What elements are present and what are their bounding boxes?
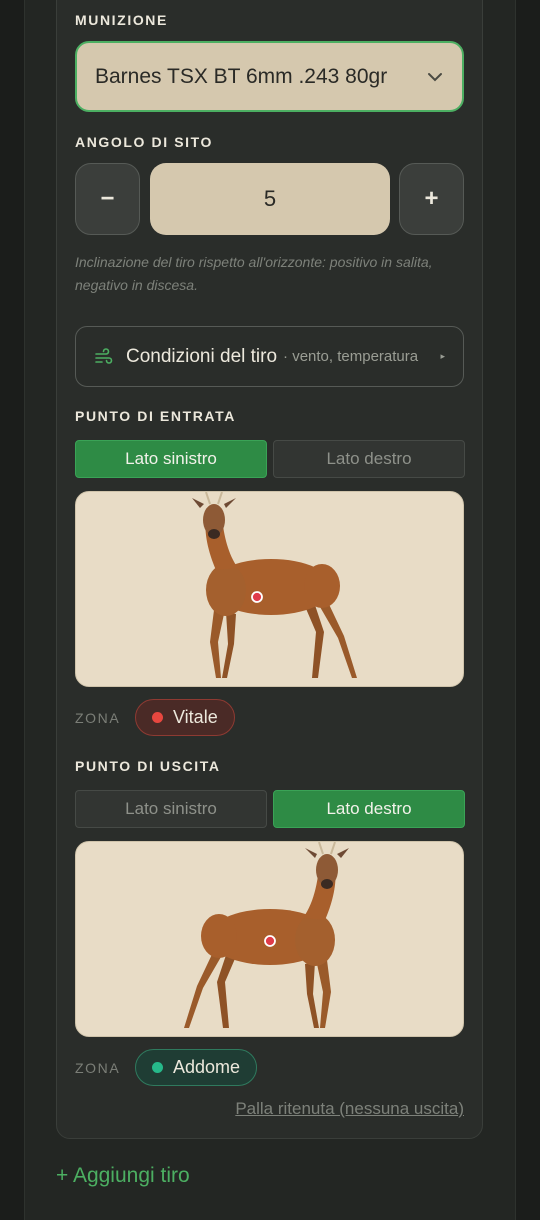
roe-deer-right-image	[184, 842, 349, 1028]
munizione-select[interactable]: Barnes TSX BT 6mm .243 80gr	[75, 41, 464, 112]
angolo-label: ANGOLO DI SITO	[75, 134, 214, 150]
angolo-hint: Inclinazione del tiro rispetto all'orizz…	[75, 254, 433, 293]
palla-ritenuta-link[interactable]: Palla ritenuta (nessuna uscita)	[235, 1099, 464, 1119]
condizioni-subtitle: · vento, temperatura	[283, 348, 419, 365]
condizioni-title: Condizioni del tiro	[126, 345, 278, 367]
entrata-deer-image[interactable]	[75, 491, 464, 687]
entrata-zona-label: ZONA	[75, 710, 121, 726]
angolo-input[interactable]: 5	[150, 163, 390, 235]
roe-deer-left-image	[192, 492, 357, 678]
zone-dot-icon	[152, 1062, 163, 1073]
wind-icon	[95, 347, 113, 364]
decrement-button[interactable]: −	[75, 163, 140, 235]
uscita-deer-image[interactable]	[75, 841, 464, 1037]
entrata-zone-value: Vitale	[173, 707, 218, 727]
munizione-label: MUNIZIONE	[75, 12, 168, 28]
entrata-lato-sinistro-tab[interactable]: Lato sinistro	[75, 440, 267, 478]
uscita-label: PUNTO DI USCITA	[75, 758, 221, 774]
munizione-value: Barnes TSX BT 6mm .243 80gr	[95, 64, 388, 88]
zone-dot-icon	[152, 712, 163, 723]
uscita-lato-destro-tab[interactable]: Lato destro	[273, 790, 465, 828]
uscita-lato-sinistro-tab[interactable]: Lato sinistro	[75, 790, 267, 828]
uscita-zone-value: Addome	[173, 1057, 241, 1077]
entrata-zone-badge: Vitale	[135, 699, 235, 736]
increment-button[interactable]: +	[399, 163, 464, 235]
aggiungi-tiro-button[interactable]: + Aggiungi tiro	[56, 1164, 190, 1188]
entrata-lato-destro-tab[interactable]: Lato destro	[273, 440, 465, 478]
uscita-zona-label: ZONA	[75, 1060, 121, 1076]
condizioni-expander[interactable]: Condizioni del tiro · vento, temperatura…	[75, 326, 464, 387]
entrata-label: PUNTO DI ENTRATA	[75, 408, 236, 424]
caret-right-icon: ▸	[440, 351, 445, 361]
chevron-down-icon	[428, 72, 442, 81]
uscita-zone-badge: Addome	[135, 1049, 258, 1086]
